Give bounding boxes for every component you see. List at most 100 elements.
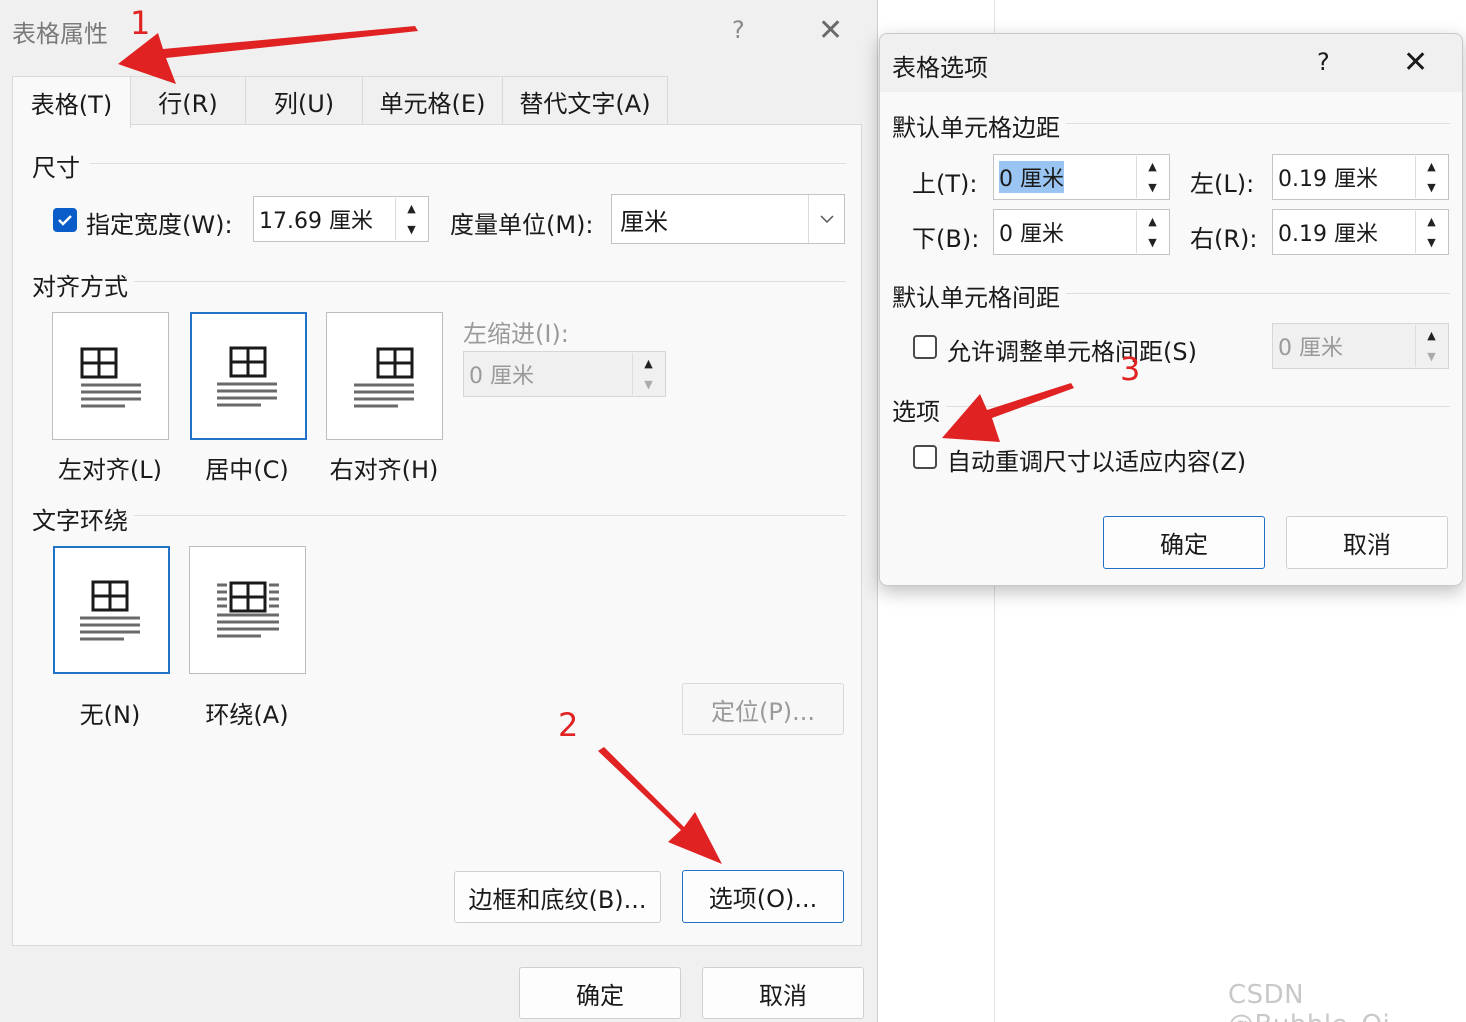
align-right-option[interactable] bbox=[326, 312, 443, 440]
allow-spacing-checkbox[interactable] bbox=[913, 335, 937, 359]
align-left-label: 左对齐(L) bbox=[57, 456, 163, 484]
ok-button[interactable]: 确定 bbox=[519, 967, 681, 1019]
spin-up-icon[interactable]: ▲ bbox=[396, 198, 427, 219]
autofit-label: 自动重调尺寸以适应内容(Z) bbox=[947, 448, 1247, 476]
help-button[interactable]: ? bbox=[732, 16, 745, 44]
left-margin-label: 左(L): bbox=[1190, 170, 1255, 198]
measure-label: 度量单位(M): bbox=[450, 211, 594, 239]
align-left-icon bbox=[80, 347, 141, 408]
left-indent-label: 左缩进(I): bbox=[463, 320, 569, 348]
divider bbox=[1066, 123, 1450, 124]
spin-up-icon: ▲ bbox=[1427, 329, 1436, 342]
width-value: 17.69 厘米 bbox=[259, 209, 373, 234]
left-margin-spinner[interactable]: 0.19 厘米 ▲ ▼ bbox=[1272, 154, 1449, 200]
width-spinner[interactable]: 17.69 厘米 ▲ ▼ bbox=[253, 196, 429, 242]
tab-cell[interactable]: 单元格(E) bbox=[362, 76, 503, 126]
right-margin-label: 右(R): bbox=[1190, 225, 1258, 253]
align-center-label: 居中(C) bbox=[205, 456, 289, 484]
bottom-margin-spinner[interactable]: 0 厘米 ▲ ▼ bbox=[993, 209, 1170, 255]
spin-down-icon[interactable]: ▼ bbox=[1416, 232, 1447, 253]
align-right-label: 右对齐(H) bbox=[329, 456, 439, 484]
tab-row[interactable]: 行(R) bbox=[130, 76, 246, 126]
align-left-option[interactable] bbox=[52, 312, 169, 440]
divider bbox=[1066, 293, 1450, 294]
table-options-dialog: 表格选项 ? ✕ 默认单元格边距 上(T): 0 厘米 ▲ ▼ 左(L): 0.1… bbox=[879, 33, 1463, 586]
wrap-none-label: 无(N) bbox=[79, 701, 141, 729]
dialog-body: 默认单元格边距 上(T): 0 厘米 ▲ ▼ 左(L): 0.19 厘米 ▲ ▼ 下… bbox=[880, 92, 1462, 585]
section-text-wrapping: 文字环绕 bbox=[32, 507, 128, 535]
tab-row-label: 行(R) bbox=[158, 90, 218, 118]
spin-up-icon[interactable]: ▲ bbox=[1416, 211, 1447, 232]
measure-unit-value: 厘米 bbox=[620, 207, 668, 236]
tab-table[interactable]: 表格(T) bbox=[12, 76, 131, 128]
bottom-margin-value: 0 厘米 bbox=[999, 222, 1064, 247]
specify-width-label: 指定宽度(W): bbox=[86, 211, 233, 239]
wrap-none-icon bbox=[80, 580, 140, 641]
borders-shading-button[interactable]: 边框和底纹(B)... bbox=[454, 871, 661, 923]
wrap-around-icon bbox=[217, 581, 279, 638]
cancel-button[interactable]: 取消 bbox=[702, 967, 864, 1019]
spin-up-icon[interactable]: ▲ bbox=[1416, 156, 1447, 177]
divider bbox=[946, 406, 1450, 407]
tab-column-label: 列(U) bbox=[273, 90, 335, 118]
spin-down-icon[interactable]: ▼ bbox=[1416, 177, 1447, 198]
options-button[interactable]: 选项(O)... bbox=[682, 870, 844, 923]
spin-down-icon: ▼ bbox=[644, 378, 653, 391]
align-center-option[interactable] bbox=[190, 312, 307, 440]
check-icon bbox=[58, 215, 72, 226]
section-alignment: 对齐方式 bbox=[32, 273, 128, 301]
measure-unit-select[interactable]: 厘米 bbox=[611, 194, 845, 244]
section-size: 尺寸 bbox=[32, 154, 80, 182]
cancel-button[interactable]: 取消 bbox=[1286, 516, 1448, 569]
align-center-icon bbox=[217, 346, 277, 407]
right-margin-spinner[interactable]: 0.19 厘米 ▲ ▼ bbox=[1272, 209, 1449, 255]
help-button[interactable]: ? bbox=[1317, 48, 1330, 76]
table-properties-dialog: 表格属性 ? ✕ 表格(T) 行(R) 列(U) 单元格(E) 替代文字(A) … bbox=[0, 0, 878, 1022]
divider bbox=[90, 163, 846, 164]
watermark: CSDN @Bubble_Qi bbox=[1228, 980, 1390, 1022]
left-indent-value: 0 厘米 bbox=[469, 364, 534, 389]
specify-width-checkbox[interactable] bbox=[53, 208, 77, 232]
tab-table-label: 表格(T) bbox=[30, 91, 113, 119]
top-margin-value: 0 厘米 bbox=[999, 161, 1064, 193]
bottom-margin-label: 下(B): bbox=[912, 225, 980, 253]
positioning-button: 定位(P)... bbox=[682, 683, 844, 735]
spin-down-icon: ▼ bbox=[1427, 350, 1436, 363]
tab-bar: 表格(T) 行(R) 列(U) 单元格(E) 替代文字(A) bbox=[12, 76, 668, 128]
spin-down-icon[interactable]: ▼ bbox=[396, 219, 427, 240]
wrap-around-label: 环绕(A) bbox=[205, 701, 289, 729]
dialog-title: 表格选项 bbox=[892, 54, 988, 82]
allow-spacing-label: 允许调整单元格间距(S) bbox=[947, 338, 1197, 366]
right-margin-value: 0.19 厘米 bbox=[1278, 222, 1378, 247]
divider bbox=[134, 281, 846, 282]
tab-column[interactable]: 列(U) bbox=[245, 76, 363, 126]
divider bbox=[134, 515, 846, 516]
section-cell-spacing: 默认单元格间距 bbox=[892, 284, 1060, 312]
wrap-around-option[interactable] bbox=[189, 546, 306, 674]
align-right-icon bbox=[354, 347, 414, 408]
spin-up-icon: ▲ bbox=[644, 357, 653, 370]
spin-down-icon[interactable]: ▼ bbox=[1137, 232, 1168, 253]
tab-alt-text-label: 替代文字(A) bbox=[519, 90, 651, 118]
top-margin-label: 上(T): bbox=[912, 170, 978, 198]
wrap-none-option[interactable] bbox=[53, 546, 170, 674]
chevron-down-icon bbox=[808, 195, 844, 243]
section-cell-margins: 默认单元格边距 bbox=[892, 114, 1060, 142]
tab-cell-label: 单元格(E) bbox=[379, 90, 486, 118]
tab-alt-text[interactable]: 替代文字(A) bbox=[502, 76, 668, 126]
spacing-value: 0 厘米 bbox=[1278, 336, 1343, 361]
annotation-step-1: 1 bbox=[130, 4, 151, 42]
spin-down-icon[interactable]: ▼ bbox=[1137, 177, 1168, 198]
dialog-title: 表格属性 bbox=[12, 20, 108, 48]
autofit-checkbox[interactable] bbox=[913, 445, 937, 469]
left-indent-spinner: 0 厘米 ▲ ▼ bbox=[463, 351, 666, 397]
close-button[interactable]: ✕ bbox=[818, 16, 843, 46]
spin-up-icon[interactable]: ▲ bbox=[1137, 156, 1168, 177]
spin-up-icon[interactable]: ▲ bbox=[1137, 211, 1168, 232]
section-options: 选项 bbox=[892, 398, 940, 426]
top-margin-spinner[interactable]: 0 厘米 ▲ ▼ bbox=[993, 154, 1170, 200]
tab-panel-table bbox=[12, 124, 862, 946]
annotation-step-2: 2 bbox=[558, 706, 579, 744]
ok-button[interactable]: 确定 bbox=[1103, 516, 1265, 569]
close-button[interactable]: ✕ bbox=[1403, 48, 1428, 78]
